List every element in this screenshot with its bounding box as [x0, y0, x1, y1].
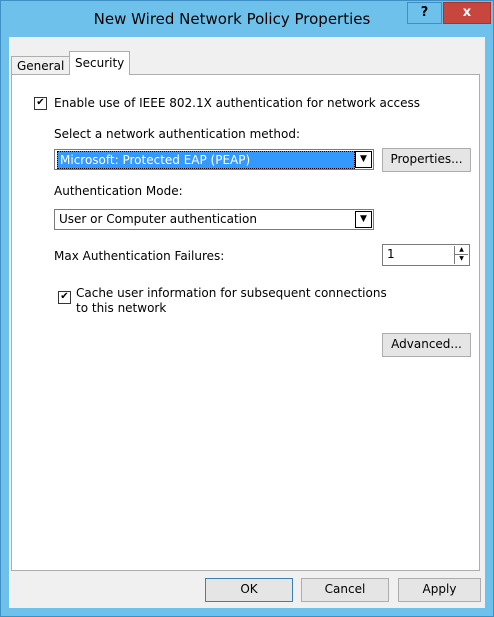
enable-8021x-checkbox[interactable]: ✔ [34, 97, 47, 110]
title-bar[interactable]: New Wired Network Policy Properties ? x [1, 1, 493, 37]
help-button[interactable]: ? [407, 2, 442, 24]
cancel-button[interactable]: Cancel [301, 578, 389, 602]
max-failures-value: 1 [387, 247, 395, 261]
cache-user-info-label-line1: Cache user information for subsequent co… [76, 286, 387, 300]
chevron-down-icon[interactable]: ▼ [355, 151, 372, 168]
advanced-button[interactable]: Advanced... [382, 333, 471, 357]
spin-down-icon[interactable]: ▼ [455, 255, 468, 263]
max-failures-label: Max Authentication Failures: [54, 249, 225, 263]
cache-user-info-label-line2: to this network [76, 301, 167, 315]
auth-mode-value: User or Computer authentication [59, 212, 257, 226]
max-failures-spinner[interactable]: 1 ▲ ▼ [382, 244, 470, 266]
auth-method-label: Select a network authentication method: [54, 127, 300, 141]
tab-general[interactable]: General [11, 56, 71, 75]
properties-button[interactable]: Properties... [382, 148, 471, 172]
ok-button[interactable]: OK [205, 578, 293, 602]
close-button[interactable]: x [443, 2, 491, 24]
window-title: New Wired Network Policy Properties [93, 10, 371, 28]
apply-button[interactable]: Apply [398, 578, 481, 602]
auth-mode-label: Authentication Mode: [54, 184, 183, 198]
auth-method-select[interactable]: Microsoft: Protected EAP (PEAP) ▼ [54, 149, 374, 170]
auth-mode-select[interactable]: User or Computer authentication ▼ [54, 209, 374, 230]
enable-8021x-label: Enable use of IEEE 802.1X authentication… [54, 96, 420, 110]
dialog-client-area: General Security ✔ Enable use of IEEE 80… [9, 37, 485, 608]
auth-method-value: Microsoft: Protected EAP (PEAP) [57, 151, 355, 169]
spin-up-icon[interactable]: ▲ [455, 246, 468, 255]
tab-security[interactable]: Security [69, 51, 131, 75]
security-tab-panel: ✔ Enable use of IEEE 802.1X authenticati… [11, 74, 480, 571]
dialog-window: New Wired Network Policy Properties ? x … [0, 0, 494, 617]
cache-user-info-checkbox[interactable]: ✔ [58, 291, 71, 304]
chevron-down-icon[interactable]: ▼ [355, 211, 372, 228]
spinner-buttons: ▲ ▼ [454, 246, 468, 264]
